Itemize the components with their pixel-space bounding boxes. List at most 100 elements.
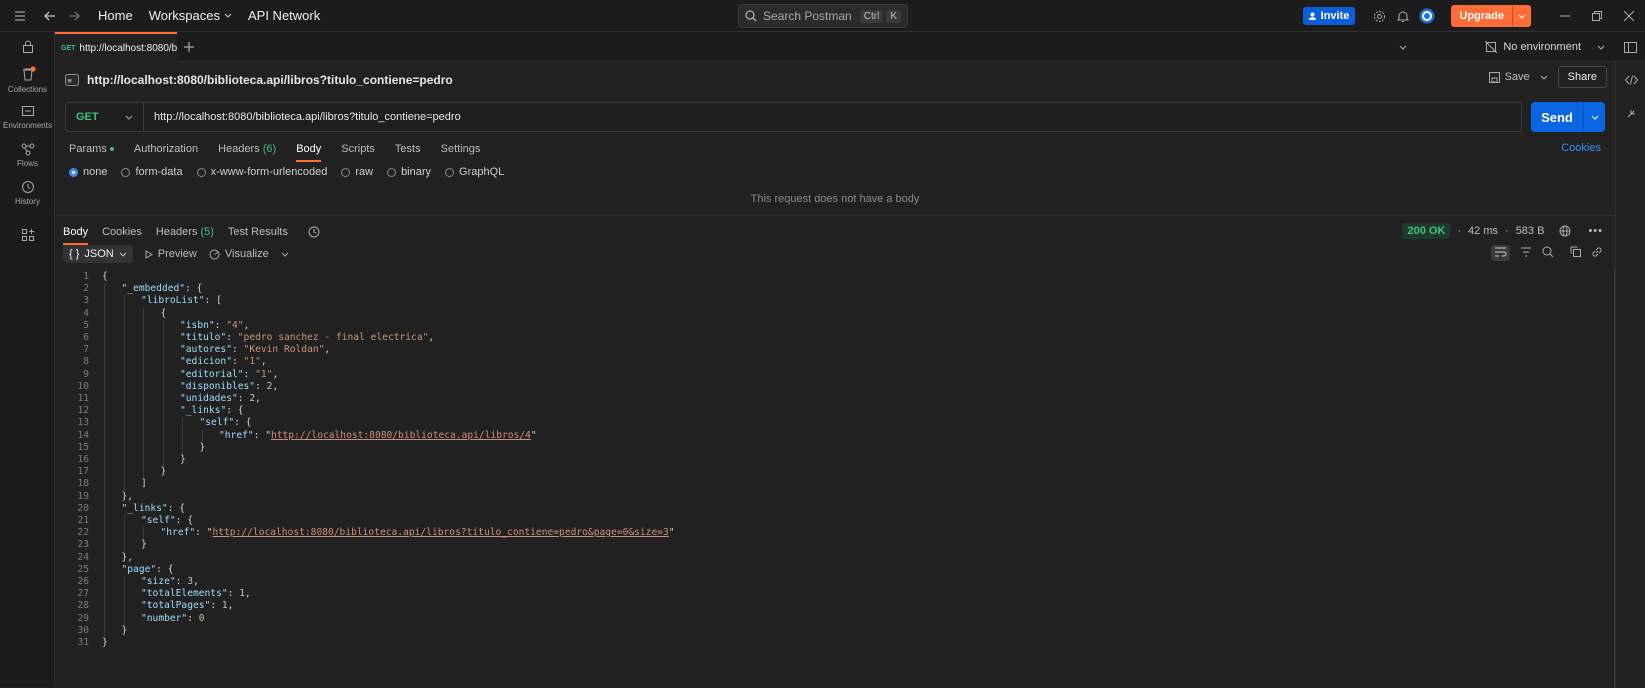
json-key: "href": [160, 527, 196, 539]
upgrade-button[interactable]: Upgrade: [1451, 5, 1531, 27]
body-type-none[interactable]: none: [69, 166, 107, 178]
request-title[interactable]: http://localhost:8080/biblioteca.api/lib…: [87, 73, 453, 87]
body-type-form-data[interactable]: form-data: [121, 166, 183, 178]
line-number: 20: [77, 502, 89, 514]
minimize-icon[interactable]: [1549, 15, 1581, 17]
new-tab-plus-icon[interactable]: [177, 35, 201, 59]
sidebar-item-history[interactable]: History: [0, 180, 55, 206]
api-network-link[interactable]: API Network: [240, 8, 328, 23]
wrap-lines-icon[interactable]: [1491, 245, 1510, 261]
environment-selector[interactable]: No environment: [1485, 32, 1605, 62]
lock-icon[interactable]: [0, 40, 55, 53]
tab-settings[interactable]: Settings: [441, 143, 481, 155]
globe-icon[interactable]: [1559, 225, 1571, 237]
body-type-raw[interactable]: raw: [341, 166, 373, 178]
response-time[interactable]: 42 ms: [1468, 225, 1498, 237]
response-tab-body[interactable]: Body: [63, 226, 89, 245]
json-punctuation: ,: [324, 344, 331, 356]
bell-icon[interactable]: [1391, 4, 1415, 28]
response-divider[interactable]: [55, 215, 1615, 216]
line-number: 8: [83, 356, 89, 368]
sidebar-toggle-icon[interactable]: [1618, 35, 1642, 59]
preview-button[interactable]: Preview: [145, 248, 197, 260]
filter-icon[interactable]: [1520, 246, 1532, 260]
upgrade-label: Upgrade: [1459, 10, 1504, 22]
response-tab-test-results[interactable]: Test Results: [228, 226, 288, 238]
response-headers-label: Headers: [155, 226, 198, 238]
line-number: 29: [77, 612, 89, 624]
body-type-urlencoded[interactable]: x-www-form-urlencoded: [196, 166, 327, 178]
line-number: 6: [83, 332, 89, 343]
code-line: "totalElements": 1,: [141, 588, 251, 599]
json-key: "editorial": [180, 368, 244, 380]
response-body-code[interactable]: 1{2 "_embedded": {3 "libroList": [4{5 "isbn…: [55, 268, 1590, 688]
line-number: 5: [83, 319, 89, 331]
invite-button[interactable]: Invite: [1302, 7, 1356, 25]
url-input[interactable]: http://localhost:8080/biblioteca.api/lib…: [144, 111, 461, 123]
add-workbench-icon[interactable]: [0, 228, 55, 242]
code-scrollbar[interactable]: [1614, 268, 1615, 688]
copy-icon[interactable]: [1570, 246, 1581, 260]
line-number: 27: [77, 588, 89, 600]
response-size[interactable]: 583 B: [1516, 225, 1545, 237]
restore-icon[interactable]: [1581, 11, 1613, 21]
json-punctuation: }: [121, 624, 128, 636]
cookies-link[interactable]: Cookies: [1561, 142, 1601, 154]
indent-guide: [162, 319, 164, 467]
send-button[interactable]: Send: [1531, 102, 1605, 132]
json-url[interactable]: http://localhost:8080/biblioteca.api/lib…: [271, 430, 531, 441]
status-badge[interactable]: 200 OK: [1402, 223, 1451, 239]
response-tab-headers[interactable]: Headers (5): [156, 226, 214, 238]
code-icon[interactable]: [1619, 68, 1643, 92]
chevron-down-icon[interactable]: [1540, 75, 1548, 80]
sidebar-item-collections[interactable]: Collections: [0, 66, 55, 94]
visualize-button[interactable]: Visualize: [209, 248, 269, 260]
tab-scripts[interactable]: Scripts: [341, 143, 375, 155]
body-type-binary[interactable]: binary: [387, 166, 431, 178]
tab-headers-label: Headers: [218, 143, 260, 155]
sidebar-item-environments[interactable]: Environments: [0, 104, 55, 130]
tab-headers[interactable]: Headers (6): [218, 143, 276, 155]
collapse-icon[interactable]: [1619, 102, 1643, 126]
avatar[interactable]: [1415, 4, 1439, 28]
sidebar-item-flows[interactable]: Flows: [0, 142, 55, 168]
history-icon: [21, 181, 34, 193]
method-label: GET: [76, 111, 99, 123]
back-arrow-icon[interactable]: [38, 4, 62, 28]
save-button[interactable]: Save: [1488, 71, 1530, 83]
tab-tests[interactable]: Tests: [395, 143, 421, 155]
home-link[interactable]: Home: [90, 8, 141, 23]
format-select[interactable]: { } JSON: [63, 245, 133, 263]
close-icon[interactable]: [1613, 11, 1645, 21]
gear-icon[interactable]: [1367, 4, 1391, 28]
search-input[interactable]: Search Postman Ctrl K: [738, 4, 908, 28]
json-punctuation: ,: [272, 368, 279, 380]
braces-icon: { }: [69, 248, 80, 260]
tabs-chevron-down-icon[interactable]: [1391, 35, 1415, 59]
chevron-down-icon[interactable]: [1583, 102, 1605, 132]
search-icon[interactable]: [1542, 246, 1554, 261]
code-line: }: [200, 442, 206, 453]
more-options-icon[interactable]: •••: [1588, 225, 1603, 237]
indent-guide: [123, 295, 125, 491]
tab-params[interactable]: Params: [69, 143, 114, 155]
chevron-down-icon[interactable]: [281, 252, 289, 257]
request-tab[interactable]: GET http://localhost:8080/bi: [55, 32, 177, 62]
json-key: "totalElements": [141, 588, 228, 600]
code-line: "titulo": "pedro sanchez - final electri…: [180, 332, 434, 343]
body-type-graphql[interactable]: GraphQL: [445, 166, 504, 178]
menu-icon[interactable]: [8, 4, 32, 28]
workspaces-menu[interactable]: Workspaces: [141, 8, 240, 23]
share-button[interactable]: Share: [1557, 66, 1607, 88]
history-icon[interactable]: [308, 226, 320, 238]
json-url[interactable]: http://localhost:8080/biblioteca.api/lib…: [212, 527, 668, 538]
method-select[interactable]: GET: [66, 103, 144, 131]
link-icon[interactable]: [1591, 246, 1603, 261]
response-tab-cookies[interactable]: Cookies: [102, 226, 142, 238]
tab-authorization[interactable]: Authorization: [134, 143, 198, 155]
chevron-down-icon[interactable]: [1512, 5, 1531, 27]
forward-arrow-icon[interactable]: [62, 4, 86, 28]
tab-body[interactable]: Body: [296, 143, 322, 162]
body-type-label: none: [83, 166, 108, 178]
json-punctuation: ,: [193, 576, 199, 587]
